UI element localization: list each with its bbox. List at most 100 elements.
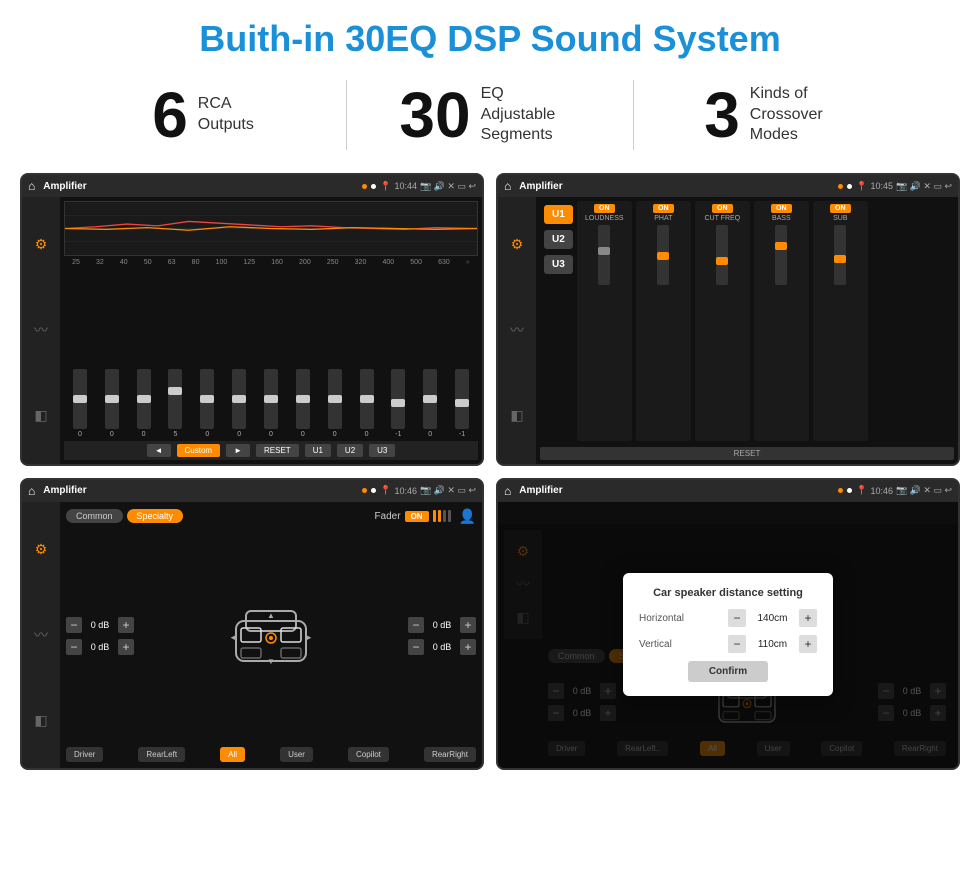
db-minus-2[interactable]: − — [66, 639, 82, 655]
eq-slider-9[interactable]: 0 — [360, 369, 374, 438]
eq-play-button[interactable]: ► — [226, 444, 250, 457]
btn-rearright[interactable]: RearRight — [424, 747, 476, 762]
db-control-4: − 0 dB + — [408, 639, 476, 655]
loudness-on-badge[interactable]: ON — [594, 204, 615, 213]
db-plus-2[interactable]: + — [118, 639, 134, 655]
fader-content: ⚙ 〰 ◧ Common Specialty Fader ON — [22, 502, 482, 769]
fader-tab-specialty[interactable]: Specialty — [127, 509, 184, 523]
fader-right-col: − 0 dB + − 0 dB + — [408, 529, 476, 744]
db-plus-1[interactable]: + — [118, 617, 134, 633]
db-plus-4[interactable]: + — [460, 639, 476, 655]
eq-slider-11[interactable]: 0 — [423, 369, 437, 438]
loudness-slider[interactable] — [598, 225, 610, 285]
eq-icon-1[interactable]: ⚙ — [35, 236, 48, 253]
bass-slider[interactable] — [775, 225, 787, 285]
phat-on-badge[interactable]: ON — [653, 204, 674, 213]
eq-u2-button[interactable]: U2 — [337, 444, 363, 457]
eq-slider-2[interactable]: 0 — [137, 369, 151, 438]
stat-item-eq: 30 EQ Adjustable Segments — [347, 83, 633, 147]
eq-slider-4[interactable]: 0 — [200, 369, 214, 438]
fader-tab-row: Common Specialty Fader ON 👤 — [66, 508, 476, 525]
dialog-vertical-stepper: − 110cm + — [728, 635, 817, 653]
cutfreq-on-badge[interactable]: ON — [712, 204, 733, 213]
eq-slider-0[interactable]: 0 — [73, 369, 87, 438]
db-value-1: 0 dB — [86, 620, 114, 630]
dialog-vertical-row: Vertical − 110cm + — [639, 635, 817, 653]
btn-copilot[interactable]: Copilot — [348, 747, 389, 762]
eq-u1-button[interactable]: U1 — [305, 444, 331, 457]
amp-reset-btn[interactable]: RESET — [540, 447, 954, 460]
amp-icon-2[interactable]: 〰 — [510, 320, 524, 340]
eq-prev-button[interactable]: ◄ — [147, 444, 171, 457]
dialog-dot2 — [847, 488, 852, 493]
fader-home-icon[interactable]: ⌂ — [28, 484, 35, 498]
dialog-horizontal-row: Horizontal − 140cm + — [639, 609, 817, 627]
dialog-screen: ⌂ Amplifier 📍 10:46 📷 🔊 ✕ ▭ ↩ ⚙ 〰 ◧ Comm… — [496, 478, 960, 771]
dialog-vertical-minus[interactable]: − — [728, 635, 746, 653]
dialog-horizontal-plus[interactable]: + — [799, 609, 817, 627]
eq-dot2 — [371, 184, 376, 189]
db-plus-3[interactable]: + — [460, 617, 476, 633]
amp-u3-button[interactable]: U3 — [544, 255, 573, 274]
dialog-confirm-button[interactable]: Confirm — [688, 661, 768, 682]
eq-screen: ⌂ Amplifier 📍 10:44 📷 🔊 ✕ ▭ ↩ ⚙ 〰 ◧ — [20, 173, 484, 466]
amp-u2-button[interactable]: U2 — [544, 230, 573, 249]
db-minus-1[interactable]: − — [66, 617, 82, 633]
fader-person-icon[interactable]: 👤 — [459, 508, 476, 525]
fader-icon-2[interactable]: 〰 — [34, 625, 48, 645]
dialog-horizontal-minus[interactable]: − — [728, 609, 746, 627]
phat-slider[interactable] — [657, 225, 669, 285]
eq-slider-6[interactable]: 0 — [264, 369, 278, 438]
cutfreq-slider[interactable] — [716, 225, 728, 285]
bass-on-badge[interactable]: ON — [771, 204, 792, 213]
eq-freq-labels: 2532405063 80100125160200 25032040050063… — [64, 259, 478, 266]
fader-on-badge[interactable]: ON — [405, 511, 429, 522]
eq-icon-2[interactable]: 〰 — [34, 320, 48, 340]
fader-tab-common[interactable]: Common — [66, 509, 123, 523]
eq-graph — [64, 201, 478, 256]
sub-on-badge[interactable]: ON — [830, 204, 851, 213]
eq-icon-3[interactable]: ◧ — [34, 407, 47, 424]
stat-item-crossover: 3 Kinds of Crossover Modes — [634, 83, 920, 147]
amp-app-title: Amplifier — [519, 181, 834, 192]
dialog-status-icons: 📍 10:46 📷 🔊 ✕ ▭ ↩ — [856, 485, 952, 496]
fader-dot2 — [371, 488, 376, 493]
eq-content: ⚙ 〰 ◧ — [22, 197, 482, 464]
db-control-2: − 0 dB + — [66, 639, 134, 655]
fader-icon-1[interactable]: ⚙ — [35, 541, 48, 558]
db-minus-3[interactable]: − — [408, 617, 424, 633]
eq-slider-5[interactable]: 0 — [232, 369, 246, 438]
amp-dot1 — [838, 184, 843, 189]
eq-slider-3[interactable]: 5 — [168, 369, 182, 438]
btn-rearleft[interactable]: RearLeft — [138, 747, 185, 762]
amp-home-icon[interactable]: ⌂ — [504, 179, 511, 193]
fader-icon-3[interactable]: ◧ — [34, 712, 47, 729]
amp-channel-phat: ON PHAT — [636, 201, 691, 441]
eq-app-title: Amplifier — [43, 181, 358, 192]
stat-label-crossover: Kinds of Crossover Modes — [750, 84, 850, 146]
home-icon[interactable]: ⌂ — [28, 179, 35, 193]
sub-slider[interactable] — [834, 225, 846, 285]
db-control-1: − 0 dB + — [66, 617, 134, 633]
eq-slider-8[interactable]: 0 — [328, 369, 342, 438]
dialog-vertical-plus[interactable]: + — [799, 635, 817, 653]
eq-slider-10[interactable]: -1 — [391, 369, 405, 438]
amp-icon-1[interactable]: ⚙ — [511, 236, 524, 253]
dialog-title-text: Car speaker distance setting — [639, 587, 817, 599]
dialog-home-icon[interactable]: ⌂ — [504, 484, 511, 498]
btn-all[interactable]: All — [220, 747, 245, 762]
btn-user[interactable]: User — [280, 747, 313, 762]
eq-slider-12[interactable]: -1 — [455, 369, 469, 438]
bass-label: BASS — [772, 215, 791, 222]
eq-slider-7[interactable]: 0 — [296, 369, 310, 438]
db-minus-4[interactable]: − — [408, 639, 424, 655]
eq-reset-button[interactable]: RESET — [256, 444, 299, 457]
amp-u1-button[interactable]: U1 — [544, 205, 573, 224]
amp-icon-3[interactable]: ◧ — [510, 407, 523, 424]
btn-driver[interactable]: Driver — [66, 747, 103, 762]
fader-screen: ⌂ Amplifier 📍 10:46 📷 🔊 ✕ ▭ ↩ ⚙ 〰 ◧ Comm… — [20, 478, 484, 771]
phat-label: PHAT — [654, 215, 672, 222]
eq-u3-button[interactable]: U3 — [369, 444, 395, 457]
eq-custom-button[interactable]: Custom — [177, 444, 221, 457]
eq-slider-1[interactable]: 0 — [105, 369, 119, 438]
